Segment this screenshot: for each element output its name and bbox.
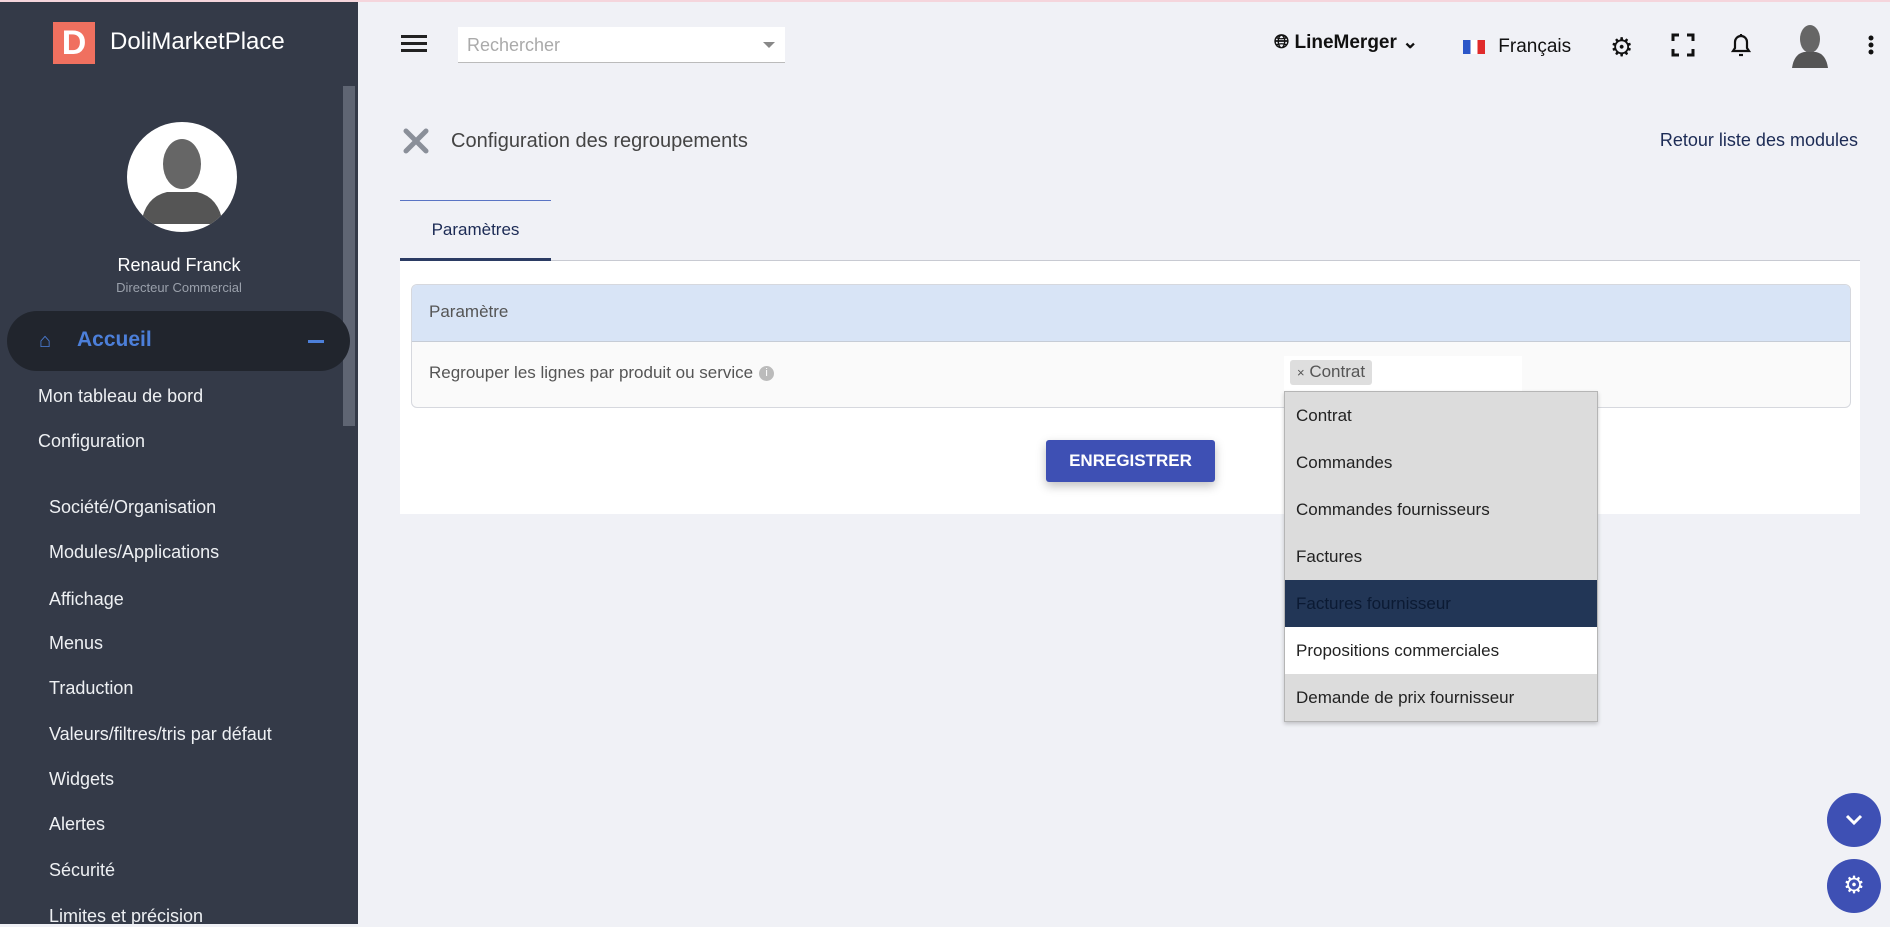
page-title: Configuration des regroupements [451,130,748,152]
user-name: Renaud Franck [117,255,241,275]
info-icon[interactable]: i [759,366,775,382]
dropdown-options: Contrat Commandes Commandes fournisseurs… [1284,391,1598,722]
sidebar-subitem[interactable]: Menus [49,633,103,654]
dropdown-option-highlighted[interactable]: Factures fournisseur [1285,580,1597,627]
sidebar-subitem[interactable]: Modules/Applications [49,542,219,563]
table-header: Paramètre [412,285,1850,342]
sidebar-subitem[interactable]: Widgets [49,769,114,790]
sidebar-item-accueil[interactable]: ⌂ Accueil [7,311,350,371]
dropdown-option[interactable]: Factures [1285,533,1597,580]
tag-label: Contrat [1309,362,1366,381]
settings-table: Paramètre Regrouper les lignes par produ… [411,284,1851,408]
dropdown-option[interactable]: Commandes fournisseurs [1285,486,1597,533]
home-icon: ⌂ [39,330,52,352]
tab-divider [400,260,1860,261]
module-switcher[interactable]: 🌐︎ LineMerger ⌄ [1274,31,1418,54]
selected-tag-contrat: × Contrat [1290,360,1373,385]
dropdown-option[interactable]: Propositions commerciales [1285,627,1597,674]
more-options-icon[interactable] [1867,34,1875,61]
sidebar-item-configuration[interactable]: Configuration [38,431,145,452]
sidebar-subitem[interactable]: Sécurité [49,860,115,881]
dropdown-option[interactable]: Commandes [1285,439,1597,486]
table-row: Regrouper les lignes par produit ou serv… [412,342,1850,404]
remove-tag-icon[interactable]: × [1297,365,1305,380]
sidebar: D DoliMarketPlace Renaud Franck Directeu… [0,2,358,927]
dropdown-option[interactable]: Demande de prix fournisseur [1285,674,1597,721]
sidebar-subitem[interactable]: Alertes [49,814,105,835]
dropdown-option[interactable]: Contrat [1285,392,1597,439]
caret-down-icon [763,42,775,54]
save-button[interactable]: ENREGISTRER [1046,440,1215,482]
search-placeholder: Rechercher [467,35,561,55]
sidebar-item-dashboard[interactable]: Mon tableau de bord [38,386,203,407]
user-silhouette-icon [141,139,223,224]
sidebar-subitem[interactable]: Société/Organisation [49,497,216,518]
search-input[interactable]: Rechercher [458,27,785,63]
sidebar-subitem[interactable]: Affichage [49,589,124,610]
sidebar-item-label: Accueil [77,328,152,351]
gear-icon: ⚙ [1843,872,1865,899]
chevron-down-icon: ⌄ [1402,32,1419,53]
settings-fab-button[interactable]: ⚙ [1827,859,1881,913]
notifications-bell-icon[interactable] [1729,31,1753,64]
sidebar-subitem[interactable]: Valeurs/filtres/tris par défaut [49,724,272,745]
sidebar-subitem[interactable]: Traduction [49,678,133,699]
user-avatar[interactable] [127,122,237,232]
hamburger-menu-icon[interactable] [401,33,427,60]
scroll-down-button[interactable] [1827,793,1881,847]
chevron-down-icon [1845,814,1863,826]
user-menu-avatar[interactable] [1790,22,1830,75]
user-role: Directeur Commercial [116,280,242,295]
flag-fr-icon [1463,39,1485,54]
collapse-icon[interactable] [308,340,324,343]
tab-parametres[interactable]: Paramètres [400,200,551,261]
module-name: LineMerger [1294,32,1397,53]
fullscreen-icon[interactable] [1671,33,1695,62]
settings-gear-icon[interactable]: ⚙ [1610,32,1633,63]
back-to-modules-link[interactable]: Retour liste des modules [1660,130,1858,151]
language-selector[interactable]: Français [1463,36,1571,58]
brand-logo[interactable]: D [53,22,95,64]
globe-icon: 🌐︎ [1274,32,1290,53]
brand-name[interactable]: DoliMarketPlace [110,28,285,56]
tools-icon [401,126,431,161]
row-label: Regrouper les lignes par produit ou serv… [429,363,754,382]
sidebar-subitem[interactable]: Limites et précision [49,906,203,927]
language-label: Français [1498,36,1572,57]
